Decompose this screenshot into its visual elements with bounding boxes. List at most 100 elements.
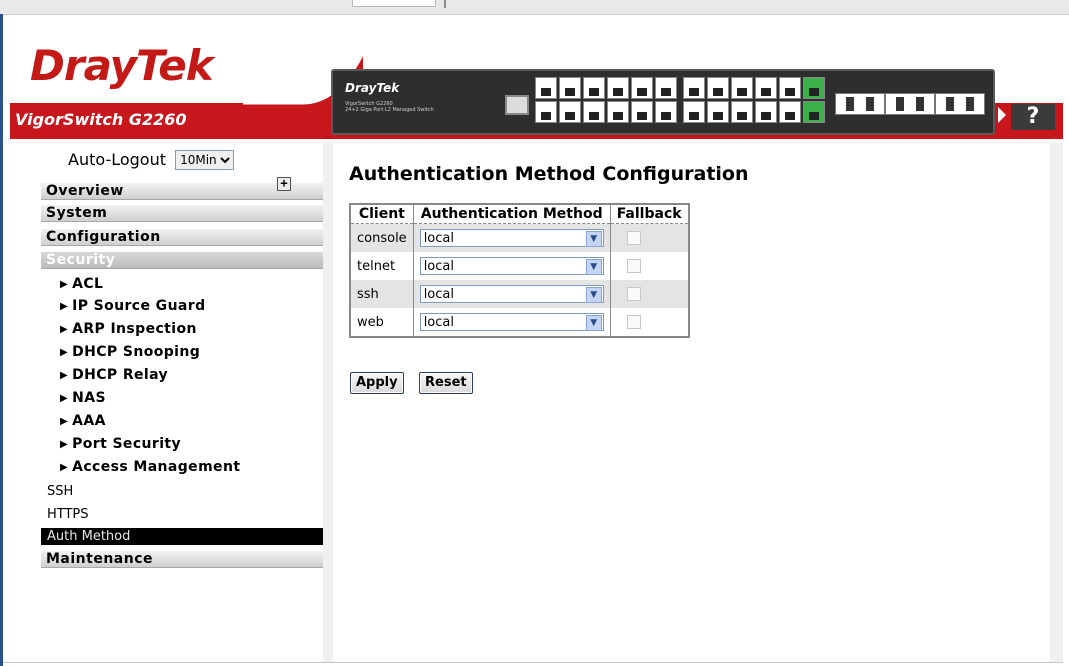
table-row: ssh local ▼ — [350, 280, 690, 308]
auth-method-table: Client Authentication Method Fallback co… — [349, 203, 690, 338]
auth-method-select[interactable]: local ▼ — [419, 257, 604, 275]
port-icon[interactable] — [779, 77, 801, 99]
port-icon[interactable] — [683, 101, 705, 123]
nav-item-ip-source-guard[interactable]: ▶ IP Source Guard — [60, 298, 206, 314]
nav-item-aaa[interactable]: ▶ AAA — [60, 413, 106, 429]
port-icon[interactable] — [755, 77, 777, 99]
chevron-down-icon[interactable]: ▼ — [585, 315, 602, 331]
port-icon[interactable] — [683, 77, 705, 99]
expand-plus-icon[interactable]: + — [277, 177, 291, 191]
auto-logout-label: Auto-Logout — [68, 150, 166, 169]
help-button[interactable]: ? — [1011, 104, 1055, 130]
triangle-right-icon: ▶ — [60, 416, 69, 427]
port-group-2 — [683, 77, 825, 127]
brand-logo: DrayTek — [30, 41, 214, 90]
method-cell: local ▼ — [413, 223, 611, 252]
method-cell: local ▼ — [413, 308, 611, 337]
nav-item-nas[interactable]: ▶ NAS — [60, 390, 106, 406]
apply-button[interactable]: Apply — [350, 372, 404, 394]
method-cell: local ▼ — [413, 280, 611, 308]
client-cell: console — [350, 223, 414, 252]
device-logo: DrayTek — [345, 81, 400, 95]
switch-front-panel: DrayTek VigorSwitch G2260 24+2 Giga Port… — [331, 69, 995, 135]
nav-item-arp-inspection[interactable]: ▶ ARP Inspection — [60, 321, 197, 337]
nav-configuration[interactable]: Configuration — [41, 229, 324, 246]
page-title: Authentication Method Configuration — [349, 163, 749, 185]
sfp-port-icon[interactable] — [885, 93, 935, 115]
browser-top-strip — [0, 0, 1069, 15]
port-icon[interactable] — [707, 77, 729, 99]
triangle-right-icon: ▶ — [60, 324, 69, 335]
fallback-cell — [610, 223, 690, 252]
reset-button[interactable]: Reset — [419, 372, 473, 394]
fallback-checkbox[interactable] — [626, 315, 641, 329]
browser-tab[interactable] — [352, 0, 436, 7]
port-icon[interactable] — [779, 101, 801, 123]
triangle-right-icon: ▶ — [60, 279, 69, 290]
device-label: VigorSwitch G2260 24+2 Giga Port L2 Mana… — [345, 101, 434, 113]
fallback-checkbox[interactable] — [626, 231, 641, 245]
nav-item-acl[interactable]: ▶ ACL — [60, 276, 103, 292]
auth-method-select[interactable]: local ▼ — [419, 313, 604, 331]
fallback-cell — [610, 280, 690, 308]
port-icon[interactable] — [607, 77, 629, 99]
fallback-cell — [610, 308, 690, 337]
port-icon[interactable] — [535, 101, 557, 123]
nav-item-access-management[interactable]: ▶ Access Management — [60, 459, 240, 475]
auto-logout: Auto-Logout 10Min — [68, 150, 235, 170]
bottom-border — [3, 662, 1063, 663]
port-icon[interactable] — [607, 101, 629, 123]
triangle-right-icon: ▶ — [60, 393, 69, 404]
nav-item-dhcp-relay[interactable]: ▶ DHCP Relay — [60, 367, 168, 383]
triangle-right-icon: ▶ — [60, 439, 69, 450]
triangle-right-icon: ▶ — [60, 347, 69, 358]
play-arrow-icon[interactable] — [998, 107, 1006, 123]
main-content: Authentication Method Configuration Clie… — [333, 143, 1050, 662]
port-icon[interactable] — [583, 101, 605, 123]
frame-divider — [323, 143, 333, 662]
port-icon[interactable] — [655, 77, 677, 99]
port-icon[interactable] — [535, 77, 557, 99]
nav-item-port-security[interactable]: ▶ Port Security — [60, 436, 181, 452]
port-icon[interactable] — [631, 101, 653, 123]
port-active-icon[interactable] — [803, 77, 825, 99]
port-icon[interactable] — [707, 101, 729, 123]
chevron-down-icon[interactable]: ▼ — [585, 231, 602, 247]
chevron-down-icon[interactable]: ▼ — [585, 287, 602, 303]
fallback-checkbox[interactable] — [626, 287, 641, 301]
fallback-cell — [610, 252, 690, 280]
sfp-port-icon[interactable] — [835, 93, 885, 115]
table-row: console local ▼ — [350, 223, 690, 252]
column-header-auth-method: Authentication Method — [413, 204, 611, 224]
table-row: telnet local ▼ — [350, 252, 690, 280]
auto-logout-select[interactable]: 10Min — [175, 150, 235, 170]
port-icon[interactable] — [731, 77, 753, 99]
header: DrayTek VigorSwitch G2260 DrayTek VigorS… — [3, 15, 1063, 143]
sfp-port-icon[interactable] — [935, 93, 985, 115]
port-icon[interactable] — [559, 77, 581, 99]
port-icon[interactable] — [655, 101, 677, 123]
triangle-right-icon: ▶ — [60, 301, 69, 312]
chevron-down-icon[interactable]: ▼ — [585, 259, 602, 275]
port-icon[interactable] — [559, 101, 581, 123]
nav-security[interactable]: Security — [41, 252, 324, 269]
client-cell: web — [350, 308, 414, 337]
right-frame-margin — [1050, 143, 1063, 662]
nav-item-dhcp-snooping[interactable]: ▶ DHCP Snooping — [60, 344, 200, 360]
port-icon[interactable] — [755, 101, 777, 123]
port-icon[interactable] — [631, 77, 653, 99]
fallback-checkbox[interactable] — [626, 259, 641, 273]
triangle-right-icon: ▶ — [60, 370, 69, 381]
port-icon[interactable] — [583, 77, 605, 99]
client-cell: ssh — [350, 280, 414, 308]
nav-item-ssh[interactable]: SSH — [47, 484, 73, 499]
auth-method-select[interactable]: local ▼ — [419, 229, 604, 247]
nav-item-auth-method[interactable]: Auth Method — [41, 528, 324, 545]
nav-system[interactable]: System — [41, 205, 324, 222]
auth-method-select[interactable]: local ▼ — [419, 285, 604, 303]
port-active-icon[interactable] — [803, 101, 825, 123]
nav-item-https[interactable]: HTTPS — [47, 507, 89, 522]
port-icon[interactable] — [731, 101, 753, 123]
method-cell: local ▼ — [413, 252, 611, 280]
nav-maintenance[interactable]: Maintenance — [41, 551, 324, 568]
